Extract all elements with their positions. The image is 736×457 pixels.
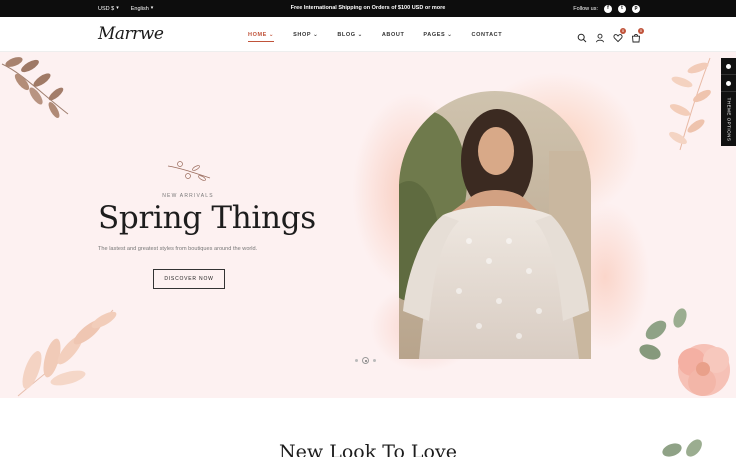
chevron-down-icon: ▾ — [116, 5, 119, 11]
nav-item-pages[interactable]: PAGES ⌄ — [423, 32, 452, 38]
chevron-down-icon: ⌄ — [313, 31, 319, 38]
nav-item-blog[interactable]: BLOG ⌄ — [337, 32, 363, 38]
chevron-down-icon: ⌄ — [357, 31, 363, 38]
top-bar-left: USD $ ▾ English ▾ — [98, 0, 153, 17]
wishlist-count-badge: 0 — [620, 27, 626, 34]
top-bar: Free International Shipping on Orders of… — [0, 0, 736, 17]
hero-description: The lastest and greatest styles from bou… — [98, 246, 258, 252]
discover-now-button[interactable]: DISCOVER NOW — [153, 269, 225, 289]
site-logo[interactable]: Marrwe — [98, 24, 164, 44]
nav-label: PAGES — [423, 31, 446, 38]
nav-label: SHOP — [293, 31, 312, 38]
nav-item-home[interactable]: HOME ⌄ — [248, 31, 275, 42]
social-links: Follow us: f t p — [573, 0, 640, 17]
cart-icon[interactable]: 0 — [631, 27, 644, 42]
cart-count-badge: 0 — [638, 27, 644, 34]
theme-toggle-icon[interactable] — [721, 75, 736, 92]
chevron-down-icon: ▾ — [150, 5, 154, 11]
chevron-down-icon: ⌄ — [447, 31, 453, 38]
theme-options-tab[interactable]: THEME OPTIONS — [721, 92, 736, 146]
slider-dot[interactable] — [373, 359, 376, 362]
theme-options-panel: THEME OPTIONS — [721, 58, 736, 146]
slider-dot-active[interactable] — [362, 357, 369, 364]
settings-icon[interactable] — [721, 58, 736, 75]
twitter-icon[interactable]: t — [618, 4, 626, 13]
currency-selector[interactable]: USD $ ▾ — [98, 6, 119, 12]
nav-item-contact[interactable]: CONTACT — [472, 32, 503, 38]
section-title: New Look To Love — [279, 441, 457, 457]
hero-subtitle: NEW ARRIVALS — [162, 193, 214, 199]
chevron-down-icon: ⌄ — [268, 31, 275, 38]
user-icon[interactable] — [595, 30, 605, 42]
nav-label: BLOG — [337, 31, 356, 38]
nav-label: ABOUT — [381, 31, 405, 38]
hero-image — [399, 91, 591, 359]
search-icon[interactable] — [577, 30, 587, 42]
follow-label: Follow us: — [573, 5, 598, 12]
language-selector[interactable]: English ▾ — [131, 6, 154, 12]
hero-slider: NEW ARRIVALS Spring Things The lastest a… — [0, 52, 736, 398]
nav-item-shop[interactable]: SHOP ⌄ — [293, 32, 318, 38]
theme-options-label: THEME OPTIONS — [726, 97, 732, 141]
flower-illustration — [639, 308, 730, 396]
floral-ornament-icon — [167, 161, 211, 181]
nav-label: CONTACT — [471, 31, 503, 38]
leaf-branch-illustration — [1, 57, 69, 118]
slider-pagination — [355, 357, 376, 364]
nav-item-about[interactable]: ABOUT — [382, 32, 405, 38]
site-header: Marrwe HOME ⌄ SHOP ⌄ BLOG ⌄ ABOUT PAGES … — [0, 17, 736, 52]
currency-label: USD $ — [98, 5, 115, 12]
hero-title: Spring Things — [98, 200, 316, 236]
language-label: English — [130, 5, 149, 12]
leaf-branch-illustration — [669, 57, 711, 151]
wishlist-icon[interactable]: 0 — [613, 27, 626, 42]
leaf-branch-illustration — [17, 309, 117, 397]
pinterest-icon[interactable]: p — [632, 4, 640, 13]
slider-dot[interactable] — [355, 359, 358, 362]
main-nav: HOME ⌄ SHOP ⌄ BLOG ⌄ ABOUT PAGES ⌄ CONTA… — [248, 17, 502, 52]
nav-label: HOME — [248, 31, 267, 38]
facebook-icon[interactable]: f — [604, 4, 612, 13]
header-actions: 0 0 — [577, 17, 644, 52]
